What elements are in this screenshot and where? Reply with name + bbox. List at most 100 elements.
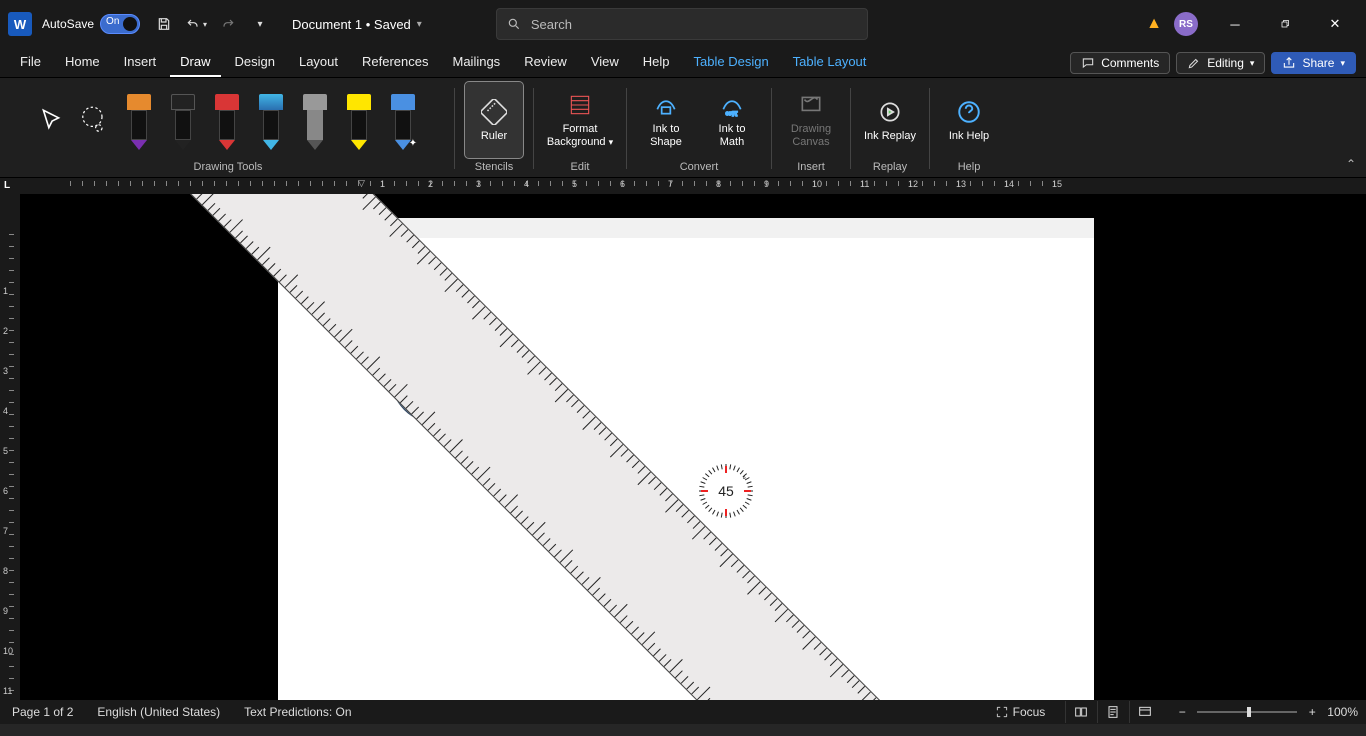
zoom-control: − + 100% bbox=[1175, 705, 1358, 719]
ruler-button[interactable]: Ruler bbox=[465, 82, 523, 158]
profile-avatar[interactable]: RS bbox=[1174, 12, 1198, 36]
ruler-icon bbox=[480, 98, 508, 126]
ink-to-math-label: Ink to Math bbox=[705, 123, 759, 148]
pen-blue-action[interactable] bbox=[385, 90, 421, 150]
search-placeholder: Search bbox=[531, 17, 572, 32]
format-background-icon bbox=[566, 91, 594, 119]
group-label: Help bbox=[958, 161, 981, 175]
zoom-in-button[interactable]: + bbox=[1305, 705, 1319, 719]
document-page[interactable]: 45 ° bbox=[278, 218, 1094, 706]
angle-dial[interactable]: 45 ° bbox=[698, 463, 754, 519]
ruler-stencil[interactable] bbox=[146, 194, 1228, 706]
group-label: Convert bbox=[680, 161, 719, 175]
web-layout-button[interactable] bbox=[1129, 701, 1159, 723]
tab-home[interactable]: Home bbox=[55, 48, 110, 77]
ink-help-button[interactable]: Ink Help bbox=[940, 82, 998, 158]
tab-mailings[interactable]: Mailings bbox=[443, 48, 511, 77]
zoom-out-button[interactable]: − bbox=[1175, 705, 1189, 719]
pencil-gray[interactable] bbox=[297, 90, 333, 150]
horizontal-ruler[interactable]: L 123456789101112131415▽ bbox=[0, 178, 1366, 194]
pen-galaxy[interactable] bbox=[253, 90, 289, 150]
redo-icon[interactable] bbox=[214, 10, 242, 38]
tabs-bar: FileHomeInsertDrawDesignLayoutReferences… bbox=[0, 48, 1366, 78]
tab-layout[interactable]: Layout bbox=[289, 48, 348, 77]
tab-help[interactable]: Help bbox=[633, 48, 680, 77]
ink-to-shape-icon bbox=[652, 91, 680, 119]
document-title[interactable]: Document 1 • Saved ▾ bbox=[292, 17, 422, 32]
word-logo-icon: W bbox=[8, 12, 32, 36]
drawing-canvas-button: Drawing Canvas bbox=[782, 82, 840, 158]
tab-design[interactable]: Design bbox=[225, 48, 285, 77]
print-layout-button[interactable] bbox=[1097, 701, 1127, 723]
page-count[interactable]: Page 1 of 2 bbox=[8, 703, 77, 721]
canvas-icon bbox=[797, 91, 825, 119]
comments-label: Comments bbox=[1101, 56, 1159, 70]
taskbar-sliver bbox=[0, 724, 1366, 736]
chevron-down-icon: ▾ bbox=[1340, 58, 1345, 69]
restore-button[interactable] bbox=[1262, 8, 1308, 40]
vertical-ruler[interactable]: 1234567891011 bbox=[0, 194, 20, 706]
minimize-button[interactable]: ─ bbox=[1212, 8, 1258, 40]
draw-ribbon: Drawing Tools Ruler Stencils Format Back… bbox=[0, 78, 1366, 178]
read-mode-button[interactable] bbox=[1065, 701, 1095, 723]
comment-icon bbox=[1081, 56, 1095, 70]
collapse-ribbon-icon[interactable]: ⌃ bbox=[1346, 157, 1356, 171]
autosave-label: AutoSave bbox=[42, 17, 94, 31]
editing-mode-button[interactable]: Editing ▾ bbox=[1176, 52, 1265, 74]
lasso-tool[interactable] bbox=[75, 92, 113, 148]
warning-icon[interactable]: ▲ bbox=[1146, 15, 1162, 33]
tab-selector-icon[interactable]: L bbox=[4, 180, 10, 191]
text-predictions-status[interactable]: Text Predictions: On bbox=[240, 703, 355, 721]
tab-draw[interactable]: Draw bbox=[170, 48, 220, 77]
angle-value: 45 bbox=[718, 483, 734, 499]
ruler-label: Ruler bbox=[481, 130, 507, 143]
select-tool[interactable] bbox=[35, 92, 67, 148]
help-icon bbox=[955, 98, 983, 126]
group-label: Replay bbox=[873, 161, 907, 175]
tab-review[interactable]: Review bbox=[514, 48, 577, 77]
highlighter-yellow[interactable] bbox=[341, 90, 377, 150]
zoom-slider[interactable] bbox=[1197, 711, 1297, 713]
ink-replay-label: Ink Replay bbox=[864, 130, 916, 143]
focus-icon bbox=[995, 705, 1009, 719]
autosave-switch[interactable] bbox=[100, 14, 140, 34]
tab-table-layout[interactable]: Table Layout bbox=[783, 48, 877, 77]
save-icon[interactable] bbox=[150, 10, 178, 38]
document-viewport: 1234567891011 bbox=[0, 194, 1366, 706]
group-label: Drawing Tools bbox=[194, 161, 263, 175]
search-input[interactable]: Search bbox=[496, 8, 868, 40]
ink-to-shape-button[interactable]: Ink to Shape bbox=[637, 82, 695, 158]
ink-to-math-icon: ∞π bbox=[718, 91, 746, 119]
group-label: Insert bbox=[797, 161, 825, 175]
language-status[interactable]: English (United States) bbox=[93, 703, 224, 721]
ink-to-math-button[interactable]: ∞π Ink to Math bbox=[703, 82, 761, 158]
tab-references[interactable]: References bbox=[352, 48, 438, 77]
autosave-toggle[interactable]: AutoSave bbox=[42, 14, 140, 34]
pencil-icon bbox=[1187, 56, 1201, 70]
tab-table-design[interactable]: Table Design bbox=[684, 48, 779, 77]
share-button[interactable]: Share ▾ bbox=[1271, 52, 1356, 74]
format-background-label: Format Background ▾ bbox=[546, 123, 614, 148]
pen-orange[interactable] bbox=[121, 90, 157, 150]
replay-icon bbox=[876, 98, 904, 126]
tab-insert[interactable]: Insert bbox=[114, 48, 167, 77]
status-bar: Page 1 of 2 English (United States) Text… bbox=[0, 700, 1366, 724]
undo-icon[interactable]: ▾ bbox=[182, 10, 210, 38]
customize-qat-icon[interactable]: ▾ bbox=[246, 10, 274, 38]
zoom-level[interactable]: 100% bbox=[1327, 705, 1358, 719]
pen-black[interactable] bbox=[165, 90, 201, 150]
close-button[interactable]: ✕ bbox=[1312, 8, 1358, 40]
svg-text:∞π: ∞π bbox=[726, 108, 738, 118]
pen-red[interactable] bbox=[209, 90, 245, 150]
format-background-button[interactable]: Format Background ▾ bbox=[544, 82, 616, 158]
ink-replay-button[interactable]: Ink Replay bbox=[861, 82, 919, 158]
tab-view[interactable]: View bbox=[581, 48, 629, 77]
editing-label: Editing bbox=[1207, 56, 1244, 70]
tab-file[interactable]: File bbox=[10, 48, 51, 77]
comments-button[interactable]: Comments bbox=[1070, 52, 1170, 74]
focus-mode-button[interactable]: Focus bbox=[991, 703, 1050, 721]
share-icon bbox=[1282, 56, 1296, 70]
group-label: Stencils bbox=[475, 161, 514, 175]
title-bar: W AutoSave ▾ ▾ Document 1 • Saved ▾ Sear… bbox=[0, 0, 1366, 48]
drawing-canvas-label: Drawing Canvas bbox=[784, 123, 838, 148]
